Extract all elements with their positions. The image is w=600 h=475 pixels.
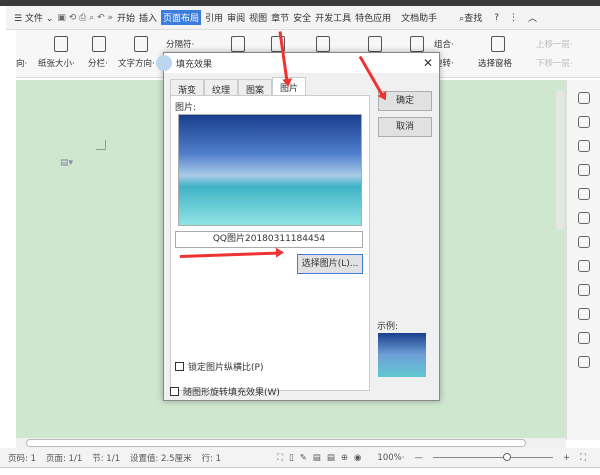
bring-forward-button[interactable]: 上移一层· — [536, 38, 573, 50]
group-button[interactable]: 组合· — [434, 38, 454, 50]
columns-button[interactable]: 分栏· — [88, 57, 108, 69]
select-picture-button[interactable]: 选择图片(L)... — [297, 254, 363, 274]
dialog-title: 填充效果 — [176, 59, 213, 70]
zoom-out-icon[interactable]: — — [414, 453, 423, 463]
lock-ratio-checkbox[interactable]: 锁定图片纵横比(P) — [175, 360, 263, 373]
more-icon[interactable]: ⋮ — [509, 13, 518, 23]
help-icon[interactable]: ? — [494, 13, 499, 23]
picture-preview — [178, 114, 362, 226]
settings-icon[interactable] — [577, 164, 590, 176]
box-icon[interactable] — [577, 284, 590, 296]
close-icon[interactable]: ✕ — [423, 56, 433, 70]
tab-review[interactable]: 审阅 — [227, 11, 245, 24]
margin-mark — [96, 140, 106, 150]
picture-panel: 图片: QQ图片20180311184454 选择图片(L)... 锁定图片纵横… — [170, 95, 370, 391]
vertical-scrollbar[interactable] — [556, 90, 564, 230]
paper-size-icon — [54, 36, 68, 52]
tab-insert[interactable]: 插入 — [139, 11, 157, 24]
menu-bar: ☰ 文件 ⌄ ▣ ⟲ ⎙ ⌕ ↶ » 开始 插入 页面布局 引用 审阅 视图 章… — [6, 6, 600, 30]
tab-developer[interactable]: 开发工具 — [315, 11, 351, 24]
tab-view[interactable]: 视图 — [249, 11, 267, 24]
tab-doc-assistant[interactable]: 文档助手 — [401, 11, 437, 24]
horizontal-scrollbar[interactable] — [16, 438, 566, 448]
wrap-icon — [368, 36, 382, 52]
view-mode-icons[interactable]: ⛶▯✎▤▤⊕◉ — [277, 453, 367, 463]
pen-icon[interactable] — [577, 92, 590, 104]
table-icon — [316, 36, 330, 52]
watermark-icon — [231, 36, 245, 52]
page-number: 页码: 1 — [8, 453, 36, 464]
share-icon[interactable] — [577, 236, 590, 248]
tab-chapter[interactable]: 章节 — [271, 11, 289, 24]
fullscreen-icon[interactable]: ⛶ — [580, 453, 586, 463]
tab-special[interactable]: 特色应用 — [355, 11, 391, 24]
paragraph-icon: ▤▾ — [60, 158, 74, 168]
tab-home[interactable]: 开始 — [117, 11, 135, 24]
selection-pane-button[interactable]: 选择窗格 — [478, 57, 512, 69]
tab-security[interactable]: 安全 — [293, 11, 311, 24]
paper-size-button[interactable]: 纸张大小· — [38, 57, 75, 69]
history-icon[interactable] — [577, 332, 590, 344]
shield-icon[interactable] — [577, 308, 590, 320]
book-icon[interactable] — [577, 260, 590, 272]
status-bar: 页码: 1 页面: 1/1 节: 1/1 设置值: 2.5厘米 行: 1 ⛶▯✎… — [0, 448, 600, 468]
picture-label: 图片: — [175, 103, 197, 113]
star-icon[interactable] — [577, 212, 590, 224]
fill-effects-dialog: 填充效果 ✕ 渐变 纹理 图案 图片 图片: QQ图片2018031118445… — [156, 52, 440, 401]
sample-label: 示例: — [377, 322, 399, 332]
row-info: 行: 1 — [201, 453, 222, 464]
file-menu[interactable]: ☰ 文件 ⌄ — [14, 11, 53, 24]
rotate-with-shape-checkbox[interactable]: 随图形旋转填充效果(W) — [170, 385, 280, 398]
shapes-icon[interactable] — [577, 140, 590, 152]
zoom-level[interactable]: 100%· — [377, 453, 404, 463]
zoom-slider[interactable] — [432, 453, 553, 461]
text-direction-button[interactable]: 文字方向· — [118, 57, 155, 69]
text-direction-icon — [134, 36, 148, 52]
selection-pane-icon — [491, 36, 505, 52]
zoom-in-icon[interactable]: + — [563, 453, 570, 463]
columns-icon — [92, 36, 106, 52]
align-icon — [410, 36, 424, 52]
tab-page-layout[interactable]: 页面布局 — [161, 10, 202, 25]
orientation-button[interactable]: 向· — [16, 57, 27, 69]
right-sidebar — [566, 80, 600, 440]
tab-references[interactable]: 引用 — [205, 11, 223, 24]
dialog-icon — [156, 55, 172, 71]
section-info: 节: 1/1 — [92, 453, 120, 464]
quick-access-icons[interactable]: ▣ ⟲ ⎙ ⌕ ↶ » — [57, 13, 113, 23]
image-icon[interactable] — [577, 188, 590, 200]
page-count: 页面: 1/1 — [45, 453, 83, 464]
cursor-icon[interactable] — [577, 116, 590, 128]
breaks-button[interactable]: 分隔符· — [166, 38, 194, 50]
collapse-ribbon-icon[interactable]: ︿ — [528, 11, 537, 24]
send-backward-button[interactable]: 下移一层· — [536, 57, 573, 69]
picture-filename: QQ图片20180311184454 — [175, 231, 363, 248]
sample-preview — [378, 333, 426, 377]
setting-value: 设置值: 2.5厘米 — [129, 453, 192, 464]
cancel-button[interactable]: 取消 — [378, 117, 432, 137]
help-circle-icon[interactable] — [577, 356, 590, 368]
search-button[interactable]: ⌕查找 — [459, 11, 482, 24]
